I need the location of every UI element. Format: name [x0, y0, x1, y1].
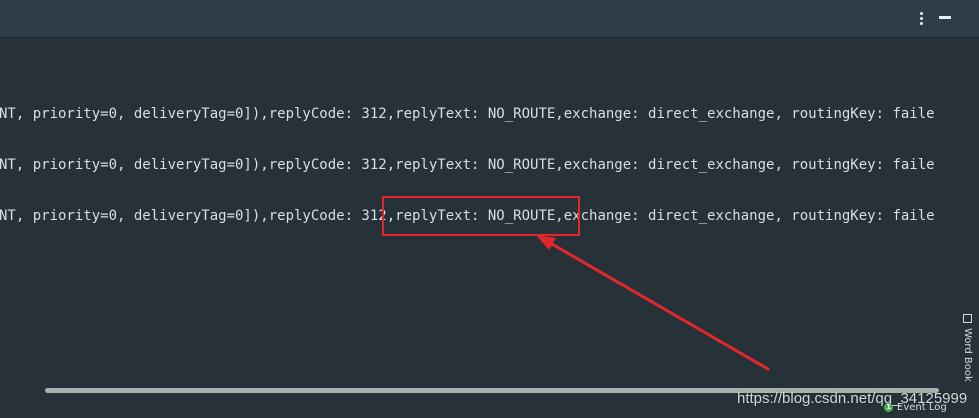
minimize-icon[interactable]	[939, 16, 951, 19]
word-book-tab[interactable]: Word Book	[957, 308, 979, 388]
console-line: NT, priority=0, deliveryTag=0]),replyCod…	[0, 106, 935, 122]
event-log-label: Event Log	[897, 402, 947, 413]
book-icon	[963, 314, 972, 323]
more-vertical-icon[interactable]	[915, 9, 927, 27]
annotation-highlight-box	[382, 196, 580, 236]
event-log-icon: 1	[884, 403, 893, 412]
word-book-label: Word Book	[962, 328, 973, 382]
event-log-button[interactable]: 1 Event Log	[884, 402, 947, 413]
console-line: NT, priority=0, deliveryTag=0]),replyCod…	[0, 157, 935, 173]
tool-window-header	[0, 0, 979, 37]
console-window: NT, priority=0, deliveryTag=0]),replyCod…	[0, 0, 979, 418]
